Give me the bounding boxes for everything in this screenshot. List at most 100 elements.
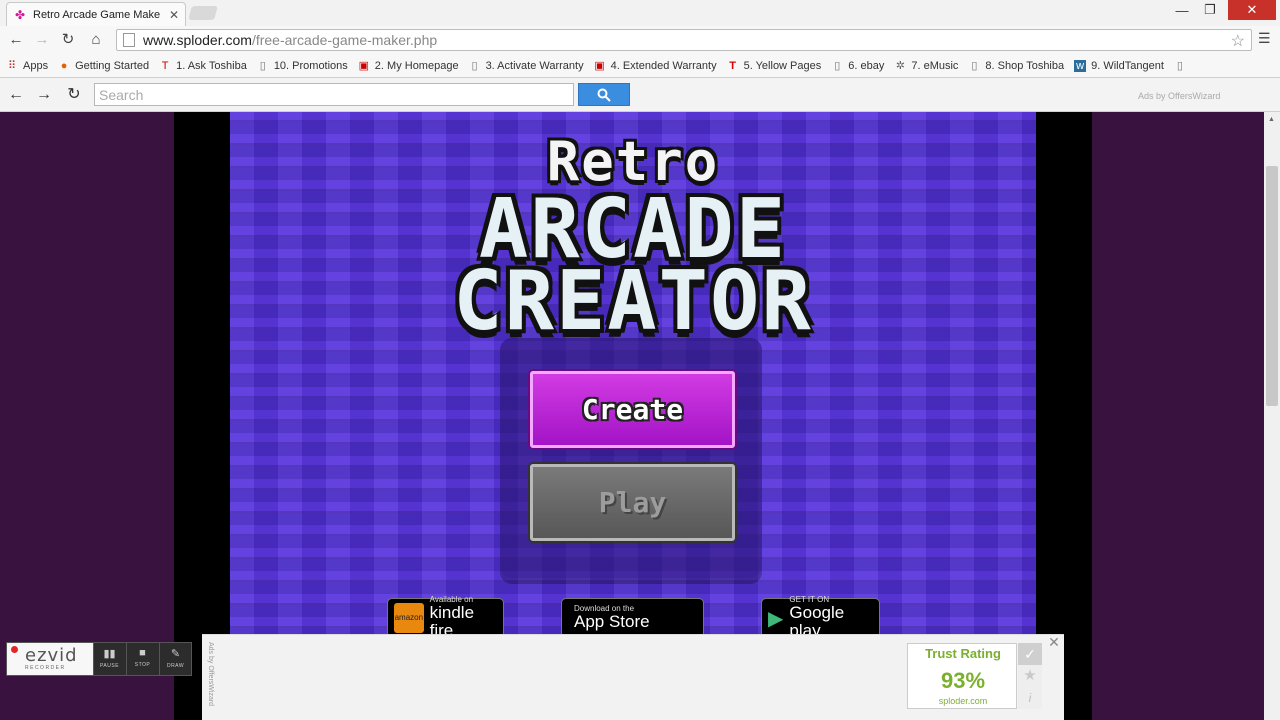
bookmark-my-homepage[interactable]: ▣ 2. My Homepage bbox=[358, 60, 459, 72]
stop-icon: ■ bbox=[139, 647, 146, 659]
logo-creator: CREATOR bbox=[453, 254, 813, 349]
close-window-button[interactable]: ✕ bbox=[1228, 0, 1276, 20]
page-icon: ▯ bbox=[471, 59, 478, 72]
bookmark-label: 7. eMusic bbox=[911, 59, 959, 72]
scroll-thumb[interactable] bbox=[1266, 166, 1278, 406]
toshiba-icon: T bbox=[161, 59, 169, 72]
new-tab-button[interactable] bbox=[188, 6, 218, 20]
play-button[interactable]: Play bbox=[530, 464, 735, 541]
google-play-badge[interactable]: ▶ GET IT ON Google play bbox=[761, 595, 880, 640]
wildtangent-icon: w bbox=[1074, 59, 1087, 72]
gear-icon: ✲ bbox=[895, 59, 905, 72]
ezvid-logo: ezvid RECORDER bbox=[7, 643, 93, 675]
search-toolbar: ← → ↻ Ads by OffersWizard bbox=[0, 78, 1280, 112]
home-icon[interactable]: ⌂ bbox=[86, 30, 106, 50]
app-store-badge[interactable]: Download on the App Store bbox=[561, 598, 704, 638]
toshiba-icon: ▣ bbox=[358, 59, 369, 72]
bookmark-yellow-pages[interactable]: T 5. Yellow Pages bbox=[727, 59, 822, 72]
title-bar: ✤ Retro Arcade Game Make ✕ — ❐ ✕ bbox=[0, 0, 1280, 26]
browser-tab[interactable]: ✤ Retro Arcade Game Make ✕ bbox=[6, 2, 186, 26]
bookmark-emusic[interactable]: ✲ 7. eMusic bbox=[894, 59, 959, 72]
pause-label: PAUSE bbox=[99, 663, 120, 669]
toshiba-t-icon: T bbox=[729, 59, 736, 72]
page-icon: ▯ bbox=[1176, 59, 1183, 72]
bookmarks-bar: ⠿ Apps ● Getting Started T 1. Ask Toshiba ▯… bbox=[0, 54, 1280, 78]
bookmark-apps[interactable]: ⠿ Apps bbox=[6, 60, 48, 72]
menu-icon[interactable]: ☰ bbox=[1258, 30, 1271, 47]
ezvid-sub-text: RECORDER bbox=[25, 665, 66, 671]
search-icon bbox=[597, 88, 611, 102]
toshiba-icon: ▣ bbox=[594, 59, 605, 72]
bookmark-ebay[interactable]: ▯ 6. ebay bbox=[831, 60, 884, 72]
apple-big-text: App Store bbox=[574, 612, 650, 632]
bookmark-label: 5. Yellow Pages bbox=[743, 59, 822, 72]
url-host: www.sploder.com bbox=[143, 32, 252, 48]
record-indicator-icon bbox=[11, 646, 18, 653]
bookmark-label: 3. Activate Warranty bbox=[485, 59, 584, 72]
page-icon: ▯ bbox=[259, 59, 266, 72]
scroll-up-arrow-icon[interactable]: ▲ bbox=[1268, 116, 1275, 123]
reload-icon[interactable]: ↻ bbox=[58, 30, 78, 50]
bookmark-extended-warranty[interactable]: ▣ 4. Extended Warranty bbox=[594, 59, 717, 72]
bookmark-label: 9. WildTangent bbox=[1091, 59, 1164, 72]
bookmark-label: 8. Shop Toshiba bbox=[985, 59, 1065, 72]
ads-by-text: Ads by OffersWizard bbox=[1138, 91, 1221, 101]
bookmark-wildtangent[interactable]: w 9. WildTangent bbox=[1074, 59, 1164, 72]
bookmark-label: 2. My Homepage bbox=[374, 59, 459, 72]
ezvid-stop-button[interactable]: ■ STOP bbox=[126, 643, 158, 675]
ezvid-draw-button[interactable]: ✎ DRAW bbox=[159, 643, 191, 675]
trust-site: sploder.com bbox=[938, 696, 988, 706]
page-icon: ▯ bbox=[834, 59, 841, 72]
bookmark-star-icon[interactable]: ☆ bbox=[1231, 31, 1245, 51]
star-icon[interactable]: ★ bbox=[1018, 666, 1042, 686]
bookmark-label: 10. Promotions bbox=[273, 59, 348, 72]
bookmark-shop-toshiba[interactable]: ▯ 8. Shop Toshiba bbox=[968, 60, 1064, 72]
url-path: /free-arcade-game-maker.php bbox=[251, 32, 438, 48]
bookmark-promotions[interactable]: ▯ 10. Promotions bbox=[257, 60, 348, 72]
create-button[interactable]: Create bbox=[530, 371, 735, 448]
restore-button[interactable]: ❐ bbox=[1196, 0, 1224, 20]
firefox-icon: ● bbox=[60, 59, 68, 72]
ezvid-pause-button[interactable]: ▮▮ PAUSE bbox=[93, 643, 125, 675]
sploder-favicon-icon: ✤ bbox=[15, 7, 26, 22]
toolbar-search-button[interactable] bbox=[578, 83, 630, 106]
bookmark-ask-toshiba[interactable]: T 1. Ask Toshiba bbox=[159, 60, 247, 72]
bookmark-activate-warranty[interactable]: ▯ 3. Activate Warranty bbox=[469, 60, 584, 72]
check-icon[interactable]: ✓ bbox=[1018, 643, 1042, 665]
ezvid-recorder-widget: ezvid RECORDER ▮▮ PAUSE ■ STOP ✎ DRAW bbox=[6, 642, 192, 676]
tab-title: Retro Arcade Game Make bbox=[33, 8, 161, 21]
forward-arrow-icon[interactable]: → bbox=[32, 30, 52, 50]
amazon-apps-icon: amazon bbox=[394, 603, 424, 633]
apps-grid-icon: ⠿ bbox=[7, 59, 17, 72]
game-canvas[interactable]: Retro ARCADE CREATOR Create Play amazon … bbox=[230, 112, 1036, 720]
pen-icon: ✎ bbox=[170, 648, 181, 660]
minimize-button[interactable]: — bbox=[1168, 0, 1196, 20]
google-play-icon: ▶ bbox=[768, 607, 784, 630]
tab-close-icon[interactable]: ✕ bbox=[167, 8, 181, 22]
toolbar-search-input[interactable] bbox=[94, 83, 574, 106]
toolbar-reload-icon[interactable]: ↻ bbox=[64, 85, 84, 105]
address-bar[interactable]: www.sploder.com/free-arcade-game-maker.p… bbox=[116, 29, 1252, 51]
trust-value: 93% bbox=[940, 668, 986, 693]
trust-rating-widget[interactable]: Trust Rating 93% sploder.com bbox=[907, 643, 1017, 709]
bookmark-label: 1. Ask Toshiba bbox=[176, 59, 247, 72]
ad-vertical-label: Ads by OffersWizard bbox=[207, 642, 214, 707]
info-icon[interactable]: i bbox=[1018, 688, 1042, 708]
navigation-bar: ← → ↻ ⌂ www.sploder.com/free-arcade-game… bbox=[0, 26, 1280, 54]
bookmark-overflow[interactable]: ▯ bbox=[1174, 60, 1191, 72]
kindle-fire-badge[interactable]: amazon Available on kindle fire bbox=[387, 595, 504, 640]
bookmark-getting-started[interactable]: ● Getting Started bbox=[58, 60, 149, 72]
ezvid-logo-text: ezvid bbox=[25, 645, 78, 666]
bookmark-label: 4. Extended Warranty bbox=[610, 59, 717, 72]
back-arrow-icon[interactable]: ← bbox=[6, 30, 26, 50]
pause-icon: ▮▮ bbox=[103, 648, 116, 660]
ad-close-icon[interactable]: ✕ bbox=[1046, 634, 1062, 650]
bookmark-label: 6. ebay bbox=[848, 59, 885, 72]
draw-label: DRAW bbox=[166, 663, 185, 669]
page-info-icon[interactable] bbox=[123, 33, 135, 47]
page-icon: ▯ bbox=[971, 59, 978, 72]
bookmark-label: Apps bbox=[23, 59, 49, 72]
toolbar-back-icon[interactable]: ← bbox=[6, 85, 26, 105]
toolbar-forward-icon[interactable]: → bbox=[34, 85, 54, 105]
stop-label: STOP bbox=[134, 662, 151, 668]
